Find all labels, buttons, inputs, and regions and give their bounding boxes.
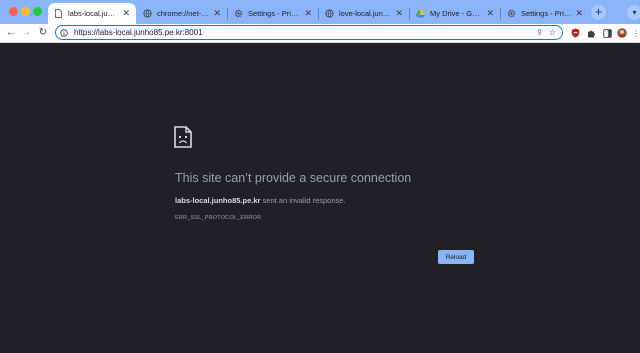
tab-labs-local[interactable]: labs-local.junho85.p ✕	[48, 3, 136, 24]
error-code: ERR_SSL_PROTOCOL_ERROR	[175, 215, 262, 221]
globe-icon	[143, 9, 152, 18]
reload-icon[interactable]: ↻	[36, 26, 50, 40]
share-icon[interactable]: ⇪	[536, 28, 543, 37]
tab-strip: labs-local.junho85.p ✕ chrome://net-inte…	[0, 0, 640, 24]
window-close-button[interactable]	[9, 7, 18, 16]
tab-title: My Drive - Google D	[430, 9, 482, 18]
tab-title: labs-local.junho85.p	[68, 9, 118, 18]
sad-document-icon	[54, 9, 63, 18]
error-page: This site can’t provide a secure connect…	[0, 43, 640, 353]
window-minimize-button[interactable]	[21, 7, 30, 16]
error-title: This site can’t provide a secure connect…	[175, 171, 412, 185]
error-message: sent an invalid response.	[260, 196, 346, 205]
chevron-down-icon[interactable]: ▾	[627, 5, 640, 20]
gear-icon	[507, 9, 516, 18]
extensions-puzzle-icon[interactable]	[585, 27, 597, 39]
close-icon[interactable]: ✕	[486, 8, 494, 19]
reload-button[interactable]: Reload	[438, 250, 474, 264]
new-tab-button[interactable]: +	[591, 5, 606, 20]
back-arrow-icon[interactable]: ←	[4, 26, 18, 40]
tab-title: Settings - Privacy a	[248, 9, 300, 18]
tab-title: chrome://net-interna	[157, 9, 210, 18]
tab-settings-privacy[interactable]: Settings - Privacy a ✕	[228, 3, 318, 24]
globe-icon	[325, 9, 334, 18]
forward-arrow-icon[interactable]: →	[19, 26, 33, 40]
side-panel-icon[interactable]	[601, 27, 613, 39]
more-menu-icon[interactable]: ⋮	[630, 27, 640, 39]
avatar[interactable]	[616, 27, 628, 39]
tab-google-drive[interactable]: My Drive - Google D ✕	[410, 3, 500, 24]
close-icon[interactable]: ✕	[575, 8, 583, 19]
error-host: labs-local.junho85.pe.kr	[175, 196, 261, 205]
shield-icon[interactable]	[569, 27, 581, 39]
url-input[interactable]	[74, 26, 537, 39]
close-icon[interactable]: ✕	[122, 8, 130, 19]
tab-title: Settings - Privacy a	[521, 9, 572, 18]
close-icon[interactable]: ✕	[304, 8, 312, 19]
error-description: labs-local.junho85.pe.kr sent an invalid…	[175, 196, 346, 205]
sad-document-icon	[174, 126, 192, 148]
close-icon[interactable]: ✕	[395, 8, 403, 19]
gear-icon	[234, 9, 243, 18]
tab-settings-privacy-2[interactable]: Settings - Privacy a ✕	[501, 3, 589, 24]
address-bar[interactable]: ⇪ ☆	[55, 25, 563, 40]
tab-net-internals[interactable]: chrome://net-interna ✕	[137, 3, 227, 24]
window-maximize-button[interactable]	[33, 7, 42, 16]
bookmark-star-icon[interactable]: ☆	[549, 28, 556, 37]
site-info-icon[interactable]	[60, 28, 68, 37]
google-drive-icon	[416, 9, 425, 18]
tab-title: love-local.junho85.p	[339, 9, 392, 18]
browser-toolbar: ← → ↻ ⇪ ☆ ⋮	[0, 24, 640, 43]
close-icon[interactable]: ✕	[213, 8, 221, 19]
tab-love-local[interactable]: love-local.junho85.p ✕	[319, 3, 409, 24]
